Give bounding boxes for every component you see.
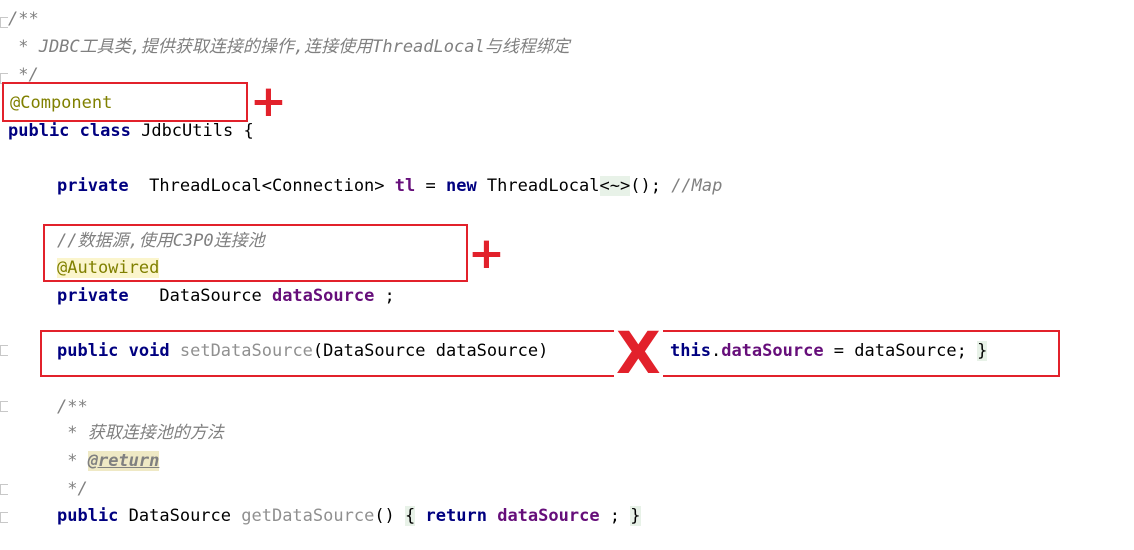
code-line-doc-body: * 获取连接池的方法 — [57, 422, 224, 444]
type-name: DataSource — [118, 506, 242, 526]
fold-marker[interactable] — [0, 401, 8, 412]
code-line-doc-return: * @return — [57, 450, 160, 472]
comment-text: * JDBC工具类,提供获取连接的操作,连接使用ThreadLocal与线程绑定 — [8, 37, 570, 57]
code-line-doc-body: * JDBC工具类,提供获取连接的操作,连接使用ThreadLocal与线程绑定 — [8, 36, 570, 58]
field-name: tl — [394, 176, 416, 196]
code-line-threadlocal-field: private ThreadLocal<Connection> tl = new… — [57, 175, 722, 197]
field-name: dataSource — [497, 506, 600, 526]
method-name: getDataSource — [241, 506, 375, 526]
code-text: ; — [599, 506, 631, 526]
closing-brace: } — [630, 506, 641, 526]
inline-comment: //Map — [671, 176, 723, 196]
class-name: JdbcUtils { — [130, 121, 254, 141]
keyword-private: private — [57, 176, 129, 196]
code-line-getter-method: public DataSource getDataSource() { retu… — [57, 505, 641, 527]
keyword-return: return — [425, 506, 487, 526]
code-line-doc-end: */ — [57, 478, 88, 500]
plus-mark-add: + — [250, 76, 287, 127]
keyword-private: private — [57, 286, 129, 306]
code-text: ; — [374, 286, 395, 306]
code-line-doc-start: /** — [57, 396, 88, 418]
keyword-public: public — [57, 506, 119, 526]
fold-marker[interactable] — [0, 484, 8, 495]
comment-text: * — [57, 451, 88, 471]
field-name: dataSource — [271, 286, 375, 306]
plus-mark-add: + — [468, 228, 505, 279]
diamond-operator: <~> — [599, 176, 631, 196]
cross-mark-remove: X — [614, 319, 663, 387]
fold-marker[interactable] — [0, 345, 8, 356]
code-line-doc-start: /** — [8, 8, 39, 30]
keyword-public: public — [8, 121, 70, 141]
javadoc-return-tag: @return — [87, 451, 160, 471]
fold-marker[interactable] — [0, 17, 8, 28]
comment-text: * 获取连接池的方法 — [57, 423, 224, 443]
type-name: DataSource — [128, 286, 272, 306]
comment-text: /** — [57, 397, 88, 417]
type-name: ThreadLocal — [476, 176, 600, 196]
code-line-class-declaration: public class JdbcUtils { — [8, 120, 254, 142]
operator: = — [415, 176, 446, 196]
code-text: () — [374, 506, 406, 526]
type-name: ThreadLocal<Connection> — [128, 176, 395, 196]
code-text: (); — [630, 176, 672, 196]
opening-brace: { — [405, 506, 416, 526]
fold-marker[interactable] — [0, 512, 8, 523]
highlight-box-autowired — [43, 224, 468, 282]
comment-text: /** — [8, 9, 39, 29]
highlight-box-component — [2, 82, 248, 122]
code-line-datasource-field: private DataSource dataSource ; — [57, 285, 395, 307]
keyword-class: class — [79, 121, 131, 141]
comment-text: */ — [57, 479, 88, 499]
highlight-box-setter — [40, 330, 1060, 377]
keyword-new: new — [445, 176, 477, 196]
